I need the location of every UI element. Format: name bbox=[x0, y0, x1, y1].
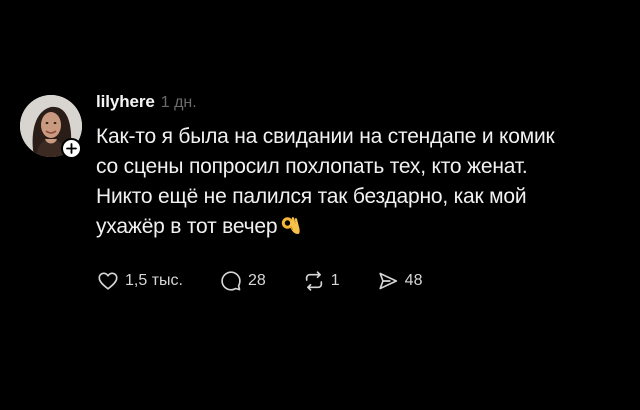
heart-icon bbox=[96, 269, 120, 293]
ok-hand-emoji bbox=[280, 215, 302, 246]
follow-button[interactable] bbox=[61, 138, 82, 159]
share-count: 48 bbox=[404, 272, 423, 289]
post-text-line-last: ухажёр в тот вечер bbox=[96, 212, 631, 246]
post-text-line: Как-то я была на свидании на стендапе и … bbox=[96, 125, 555, 148]
avatar-container[interactable] bbox=[20, 95, 82, 159]
comment-bubble-icon bbox=[219, 269, 243, 293]
plus-icon bbox=[66, 143, 77, 154]
send-icon bbox=[376, 269, 400, 293]
reply-count: 28 bbox=[247, 272, 266, 289]
thread-post: lilyhere 1 дн. Как-то я была на свидании… bbox=[0, 0, 640, 410]
post-text-line: со сцены попросил похлопать тех, кто жен… bbox=[96, 155, 528, 178]
post-actions: 1,5 тыс. 28 1 48 bbox=[96, 268, 422, 294]
reply-button[interactable]: 28 bbox=[219, 269, 266, 293]
post-text-line: Никто ещё не палился так бездарно, как м… bbox=[96, 185, 527, 208]
repost-count: 1 bbox=[330, 272, 340, 289]
timestamp[interactable]: 1 дн. bbox=[161, 94, 197, 112]
like-count: 1,5 тыс. bbox=[125, 272, 183, 289]
repost-button[interactable]: 1 bbox=[302, 269, 340, 293]
post-content: lilyhere 1 дн. Как-то я была на свидании… bbox=[96, 92, 631, 246]
like-button[interactable]: 1,5 тыс. bbox=[96, 269, 183, 293]
repost-arrows-icon bbox=[302, 269, 326, 293]
share-button[interactable]: 48 bbox=[376, 269, 423, 293]
post-text-line: ухажёр в тот вечер bbox=[96, 215, 278, 238]
post-text: Как-то я была на свидании на стендапе и … bbox=[96, 122, 631, 246]
post-header: lilyhere 1 дн. bbox=[96, 92, 631, 116]
username[interactable]: lilyhere bbox=[96, 92, 155, 112]
